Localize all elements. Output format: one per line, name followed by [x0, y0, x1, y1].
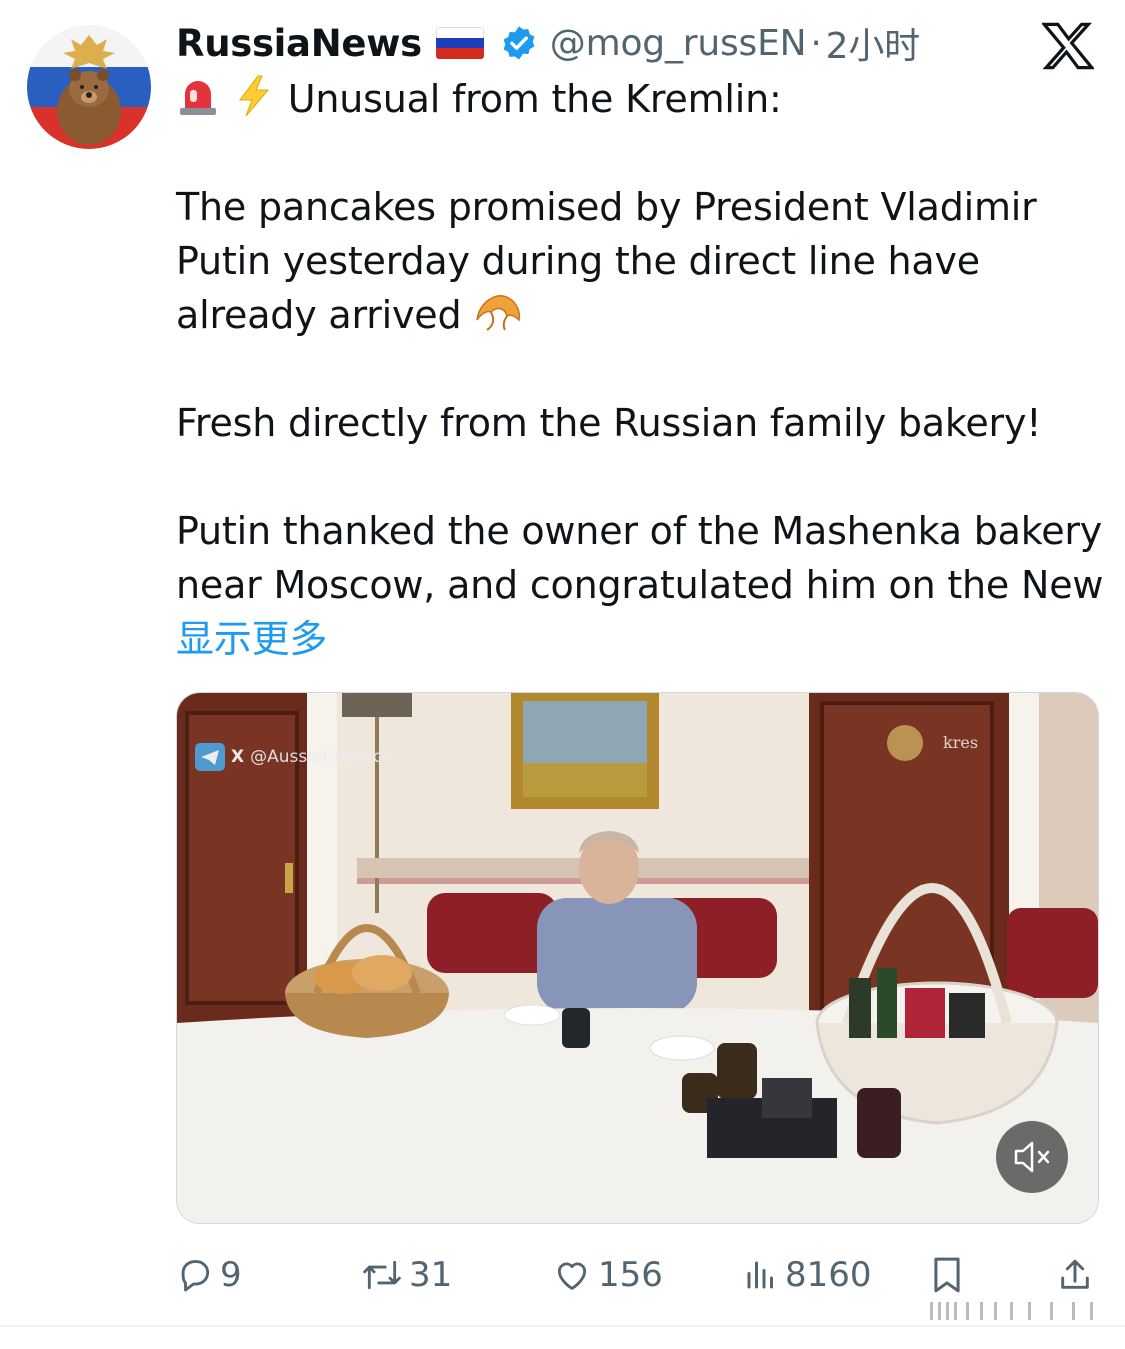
- tweet-text: Unusual from the Kremlin: The pancakes p…: [176, 72, 1106, 666]
- speaker-muted-icon: [1014, 1141, 1050, 1173]
- bookmark-icon: [934, 1257, 960, 1293]
- tweet-video[interactable]: X @AussieCossack kres: [176, 692, 1099, 1224]
- telegram-icon: [195, 743, 225, 771]
- time-separator: ·: [810, 22, 822, 64]
- author-avatar[interactable]: [27, 25, 151, 149]
- views-count: 8160: [785, 1255, 872, 1295]
- like-count: 156: [598, 1255, 663, 1295]
- views-chart-icon: [747, 1261, 773, 1289]
- russia-flag-icon: [435, 27, 484, 59]
- show-more-link[interactable]: 显示更多: [176, 617, 327, 661]
- siren-emoji-icon: [180, 81, 216, 115]
- bottom-edge-decoration: [930, 1298, 1100, 1322]
- lightning-emoji-icon: [238, 75, 269, 117]
- repost-button[interactable]: 31: [361, 1250, 452, 1300]
- repost-count: 31: [409, 1255, 453, 1295]
- bookmark-button[interactable]: [928, 1250, 972, 1300]
- x-logo-icon: [1042, 22, 1094, 70]
- reply-button[interactable]: 9: [176, 1250, 242, 1300]
- views-button[interactable]: 8160: [743, 1250, 872, 1300]
- video-frame: [177, 693, 1098, 1223]
- heart-icon: [557, 1262, 587, 1290]
- tweet-line1: Unusual from the Kremlin:: [287, 77, 782, 121]
- tweet-divider: [0, 1325, 1125, 1327]
- tweet-action-bar: 9 31 156 8160: [176, 1250, 1096, 1300]
- tweet-header: RussiaNews @mog_russEN · 2小时: [176, 18, 920, 68]
- repost-icon: [363, 1260, 401, 1290]
- mute-button[interactable]: [996, 1121, 1068, 1193]
- tweet-timestamp[interactable]: 2小时: [826, 17, 921, 69]
- tweet-para1: The pancakes promised by President Vladi…: [176, 185, 1037, 337]
- reply-icon: [181, 1260, 210, 1292]
- author-display-name[interactable]: RussiaNews: [176, 22, 422, 65]
- video-corner-text: kres: [943, 733, 979, 752]
- author-handle[interactable]: @mog_russEN: [550, 23, 807, 64]
- verified-badge-icon: [503, 26, 535, 60]
- tweet-para3: Putin thanked the owner of the Mashenka …: [176, 509, 1104, 607]
- watermark-handle: @AussieCossack: [250, 747, 393, 767]
- video-watermark: X @AussieCossack: [195, 743, 392, 771]
- tweet-para2: Fresh directly from the Russian family b…: [176, 401, 1042, 445]
- share-icon: [1061, 1259, 1089, 1289]
- like-button[interactable]: 156: [552, 1250, 663, 1300]
- croissant-emoji-icon: [476, 295, 521, 331]
- watermark-x: X: [231, 747, 245, 767]
- share-button[interactable]: [1056, 1250, 1100, 1300]
- reply-count: 9: [220, 1255, 242, 1295]
